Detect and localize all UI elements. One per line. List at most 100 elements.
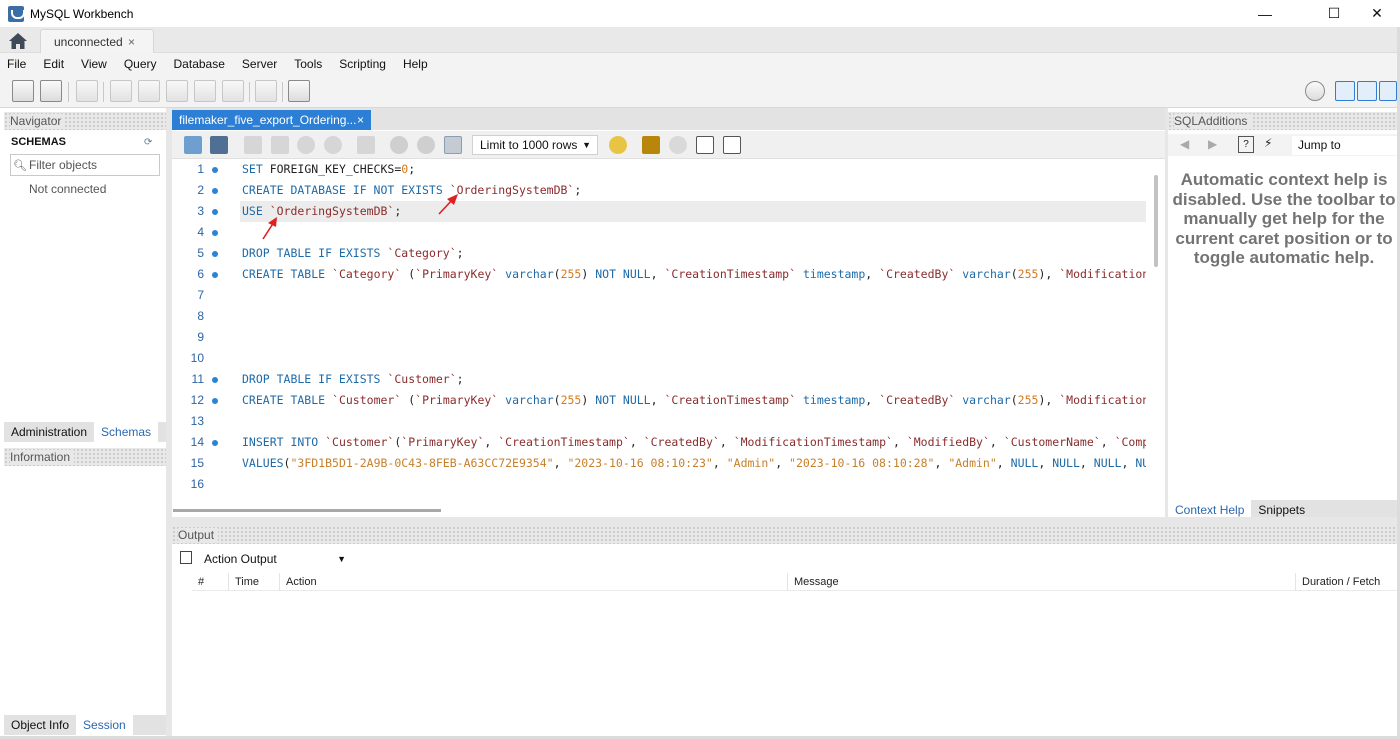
open-sql-script-icon[interactable] [40, 80, 62, 102]
column-duration-fetch[interactable]: Duration / Fetch [1295, 573, 1400, 591]
auto-help-icon[interactable]: ⚡ [1264, 136, 1280, 153]
word-wrap-icon[interactable] [723, 136, 741, 154]
code-line: 3 USE `OrderingSystemDB`; [197, 204, 402, 218]
beautify-icon[interactable] [642, 136, 660, 154]
execute-icon[interactable] [244, 136, 262, 154]
minimize-button[interactable]: — [1242, 0, 1288, 27]
tab-unconnected[interactable]: unconnected × [40, 29, 154, 53]
column-action[interactable]: Action [279, 573, 787, 591]
connection-status: Not connected [29, 182, 107, 196]
toolbar-separator [103, 82, 104, 102]
close-button[interactable]: ✕ [1354, 0, 1400, 27]
tab-label: unconnected [54, 34, 123, 49]
open-file-icon[interactable] [184, 136, 202, 154]
create-schema-icon[interactable] [110, 80, 132, 102]
search-table-data-icon[interactable] [255, 80, 277, 102]
menu-edit[interactable]: Edit [43, 57, 64, 71]
tab-session[interactable]: Session [76, 715, 133, 735]
sql-editor[interactable]: 1 SET FOREIGN_KEY_CHECKS=0; 2 CREATE DATAB… [172, 159, 1165, 503]
code-line: 11 DROP TABLE IF EXISTS `Customer`; [191, 372, 464, 386]
gear-icon[interactable] [1305, 81, 1325, 101]
column-number[interactable]: # [192, 573, 228, 591]
code-line: 1 SET FOREIGN_KEY_CHECKS=0; [197, 162, 416, 176]
column-time[interactable]: Time [228, 573, 279, 591]
find-icon[interactable] [669, 136, 687, 154]
explain-icon[interactable] [297, 136, 315, 154]
tab-filemaker-export[interactable]: filemaker_five_export_Ordering... × [172, 110, 371, 130]
menu-server[interactable]: Server [242, 57, 277, 71]
toggle-secondary-sidebar-icon[interactable] [1379, 81, 1397, 101]
menu-scripting[interactable]: Scripting [339, 57, 386, 71]
right-splitter[interactable] [1165, 108, 1168, 517]
main-toolbar [0, 75, 1400, 108]
close-tab-icon[interactable]: × [128, 35, 135, 49]
toolbar-separator [249, 82, 250, 102]
stop-icon[interactable] [324, 136, 342, 154]
editor-horizontal-scrollbar[interactable] [173, 509, 441, 512]
tab-administration[interactable]: Administration [4, 422, 95, 442]
window-title: MySQL Workbench [30, 6, 134, 21]
execute-current-icon[interactable] [271, 136, 289, 154]
output-type-select[interactable]: Action Output ▼ [198, 549, 350, 569]
code-line: 13 [190, 414, 204, 428]
output-splitter[interactable] [172, 517, 1398, 526]
jump-to-select[interactable]: Jump to [1292, 136, 1400, 155]
forward-icon[interactable]: ▶ [1208, 137, 1217, 151]
add-snippet-icon[interactable] [609, 136, 627, 154]
menu-view[interactable]: View [81, 57, 107, 71]
menu-file[interactable]: File [7, 57, 26, 71]
code-line: 12 CREATE TABLE `Customer` (`PrimaryKey` … [190, 393, 1146, 407]
left-splitter[interactable] [166, 108, 172, 737]
close-editor-tab-icon[interactable]: × [357, 110, 364, 130]
maximize-button[interactable]: ☐ [1311, 0, 1357, 27]
reconnect-icon[interactable] [288, 80, 310, 102]
toggle-sidebar-icon[interactable] [1335, 81, 1355, 101]
context-help-icon[interactable]: ? [1238, 136, 1254, 153]
code-line: 15 VALUES("3FD1B5D1-2A9B-0C43-8FEB-A63CC7… [190, 456, 1146, 470]
context-help-message: Automatic context help is disabled. Use … [1172, 170, 1396, 267]
code-line: 8 [197, 309, 204, 323]
code-line: 9 [197, 330, 204, 344]
toolbar-separator [68, 82, 69, 102]
commit-icon[interactable] [390, 136, 408, 154]
info-tabs: Object Info Session [4, 715, 166, 735]
tab-object-info[interactable]: Object Info [4, 715, 77, 735]
mysql-workbench-icon [8, 5, 25, 22]
home-icon[interactable] [8, 32, 30, 50]
refresh-schemas-icon[interactable]: ⟳ [144, 137, 156, 148]
create-procedure-icon[interactable] [194, 80, 216, 102]
code-line: 4 [172, 222, 1146, 243]
schemas-title: SCHEMAS [11, 136, 67, 148]
toggle-output-icon[interactable] [1357, 81, 1377, 101]
title-bar: MySQL Workbench — ☐ ✕ [0, 0, 1400, 27]
connection-tab-strip: unconnected × [0, 27, 1400, 53]
back-icon[interactable]: ◀ [1180, 137, 1189, 151]
chevron-down-icon: ▼ [337, 554, 346, 564]
save-icon[interactable] [210, 136, 228, 154]
create-function-icon[interactable] [222, 80, 244, 102]
editor-tab-label: filemaker_five_export_Ordering... [179, 113, 357, 127]
menu-database[interactable]: Database [174, 57, 225, 71]
inspector-icon[interactable] [76, 80, 98, 102]
copy-icon[interactable] [180, 551, 192, 564]
invisible-chars-icon[interactable] [696, 136, 714, 154]
create-table-icon[interactable] [138, 80, 160, 102]
navigator-header: Navigator [4, 112, 166, 130]
menu-query[interactable]: Query [124, 57, 157, 71]
tab-schemas[interactable]: Schemas [94, 422, 159, 442]
limit-rows-select[interactable]: Limit to 1000 rows ▼ [472, 135, 598, 155]
column-message[interactable]: Message [787, 573, 1295, 591]
search-icon: 🔍︎ [13, 159, 27, 172]
filter-objects-input[interactable] [29, 158, 157, 172]
menu-tools[interactable]: Tools [294, 57, 322, 71]
sql-additions-header: SQLAdditions [1168, 112, 1400, 130]
toolbar-separator [282, 82, 283, 102]
toggle-error-icon[interactable] [357, 136, 375, 154]
autocommit-icon[interactable] [444, 136, 462, 154]
menu-help[interactable]: Help [403, 57, 428, 71]
create-view-icon[interactable] [166, 80, 188, 102]
code-line: 16 [190, 477, 204, 491]
rollback-icon[interactable] [417, 136, 435, 154]
editor-vertical-scrollbar[interactable] [1154, 175, 1158, 267]
new-sql-tab-icon[interactable] [12, 80, 34, 102]
